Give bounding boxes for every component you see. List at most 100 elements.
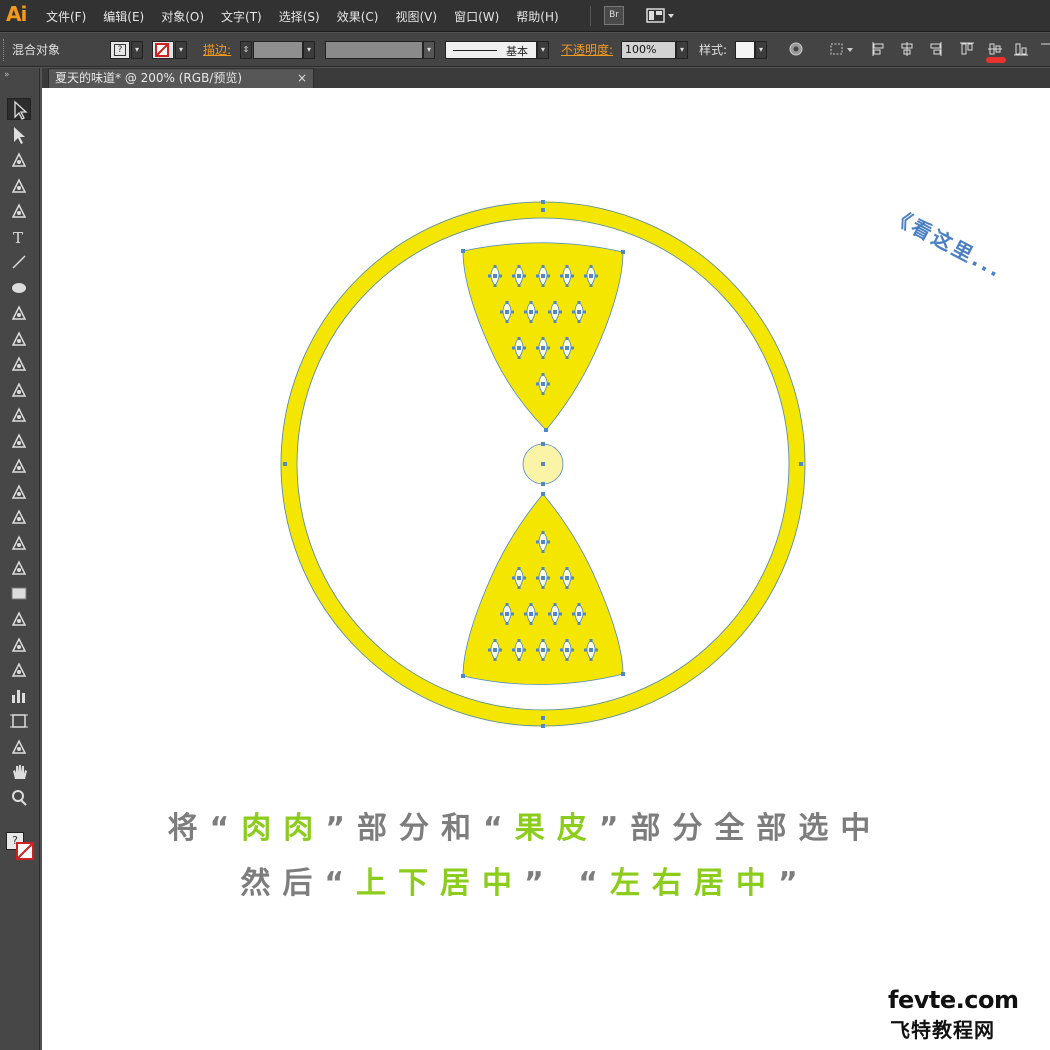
paintbrush-icon <box>11 305 27 320</box>
opacity-dropdown[interactable]: ▾ <box>676 41 688 59</box>
instruction-line-1: 将“肉肉”部分和“果皮”部分全部选中 <box>0 803 1050 847</box>
tool-gradient[interactable] <box>7 583 31 605</box>
tool-slice[interactable] <box>7 736 31 758</box>
recolor-artwork-button[interactable] <box>788 41 804 57</box>
tool-type[interactable]: T <box>7 226 31 248</box>
eraser-icon <box>11 381 27 397</box>
align-horizontal-center-button[interactable] <box>899 41 915 57</box>
fill-dropdown[interactable]: ▾ <box>131 41 143 59</box>
brush-dropdown[interactable]: ▾ <box>537 41 549 59</box>
caption-highlight: 肉肉 <box>241 811 326 846</box>
stroke-weight-stepper[interactable]: ⇕ <box>240 41 252 59</box>
type-icon: T <box>13 229 23 247</box>
tool-shape-builder[interactable] <box>7 506 31 528</box>
no-stroke-icon <box>155 43 169 57</box>
tool-symbol-sprayer[interactable] <box>7 659 31 681</box>
align-top-button[interactable] <box>959 41 975 57</box>
tool-magic-wand[interactable] <box>7 149 31 171</box>
tool-blend[interactable] <box>7 634 31 656</box>
align-vertical-center-button[interactable] <box>987 41 1003 57</box>
bridge-button[interactable]: Br <box>604 6 624 25</box>
tool-eyedropper[interactable] <box>7 608 31 630</box>
close-tab-button[interactable]: × <box>297 69 307 87</box>
tool-column-graph[interactable] <box>7 685 31 707</box>
illustrator-window: Ai 文件(F) 编辑(E) 对象(O) 文字(T) 选择(S) 效果(C) 视… <box>0 0 1050 1050</box>
distribute-button[interactable] <box>1040 41 1050 57</box>
opacity-panel-link[interactable]: 不透明度: <box>561 41 613 58</box>
tool-scale[interactable] <box>7 430 31 452</box>
brush-definition[interactable]: 基本 <box>445 41 537 59</box>
tool-mesh[interactable] <box>7 557 31 579</box>
tools-panel-collapse-icon[interactable]: » <box>4 71 30 80</box>
tool-selection[interactable] <box>7 98 31 120</box>
free-transform-icon <box>11 483 27 499</box>
rotate-icon <box>11 407 27 422</box>
tool-paintbrush[interactable] <box>7 302 31 324</box>
menu-effect[interactable]: 效果(C) <box>337 8 379 25</box>
watermark-domain: fevte.com <box>888 986 1019 1014</box>
symbol-sprayer-icon <box>11 662 27 677</box>
tool-ellipse[interactable] <box>7 277 31 299</box>
document-tab-title: 夏天的味道* @ 200% (RGB/预览) <box>55 71 243 85</box>
anchor-point <box>461 674 465 678</box>
anchor-point <box>541 442 545 446</box>
menu-file[interactable]: 文件(F) <box>46 8 86 25</box>
tool-blob-brush[interactable] <box>7 353 31 375</box>
tool-free-transform[interactable] <box>7 481 31 503</box>
tool-line-segment[interactable] <box>7 251 31 273</box>
tool-lasso[interactable] <box>7 175 31 197</box>
watermark-site-name: 飞特教程网 <box>890 1018 995 1042</box>
caption-highlight: 上下居中 <box>356 866 525 901</box>
align-right-icon <box>930 42 942 56</box>
tool-rotate[interactable] <box>7 404 31 426</box>
tool-warp[interactable] <box>7 455 31 477</box>
tool-eraser[interactable] <box>7 379 31 401</box>
tool-artboard[interactable] <box>7 710 31 732</box>
graphic-style-swatch[interactable] <box>735 41 755 59</box>
variable-width-dropdown[interactable]: ▾ <box>423 41 435 59</box>
anchor-point <box>461 249 465 253</box>
slice-icon <box>11 738 27 754</box>
anchor-point <box>621 250 625 254</box>
stroke-dropdown[interactable]: ▾ <box>175 41 187 59</box>
anchor-point <box>541 724 545 728</box>
anchor-point <box>541 462 545 466</box>
tool-pen[interactable] <box>7 200 31 222</box>
menu-edit[interactable]: 编辑(E) <box>103 8 144 25</box>
opacity-value: 100% <box>625 43 657 56</box>
fill-swatch[interactable]: ? <box>110 41 130 59</box>
menu-help[interactable]: 帮助(H) <box>516 8 558 25</box>
blob-brush-icon <box>11 356 27 371</box>
hand-icon <box>13 765 27 779</box>
tool-direct-selection[interactable] <box>7 124 31 146</box>
select-similar-button[interactable] <box>829 41 855 57</box>
variable-width-profile[interactable] <box>325 41 423 59</box>
tool-perspective-grid[interactable] <box>7 532 31 554</box>
tool-pencil[interactable] <box>7 328 31 350</box>
stroke-weight-dropdown[interactable]: ▾ <box>303 41 315 59</box>
color-wheel-icon <box>789 42 803 56</box>
menu-select[interactable]: 选择(S) <box>279 8 320 25</box>
align-left-button[interactable] <box>871 41 887 57</box>
align-right-button[interactable] <box>927 41 943 57</box>
menu-type[interactable]: 文字(T) <box>221 8 262 25</box>
menu-window[interactable]: 窗口(W) <box>454 8 499 25</box>
menu-view[interactable]: 视图(V) <box>395 8 437 25</box>
workspace-switcher-button[interactable] <box>646 7 676 24</box>
document-tab-bar: 夏天的味道* @ 200% (RGB/预览) × <box>42 68 1050 88</box>
document-canvas[interactable]: 《看这里... <box>42 88 1050 1050</box>
anchor-point <box>541 716 545 720</box>
graphic-style-dropdown[interactable]: ▾ <box>755 41 767 59</box>
stroke-panel-link[interactable]: 描边: <box>203 41 231 58</box>
menu-object[interactable]: 对象(O) <box>161 8 204 25</box>
align-bottom-button[interactable] <box>1013 41 1029 57</box>
stroke-swatch[interactable] <box>152 41 174 59</box>
caption-text: ” “ <box>524 866 610 901</box>
select-similar-icon <box>830 43 853 55</box>
anchor-point <box>541 208 545 212</box>
opacity-input[interactable]: 100% <box>621 41 676 59</box>
tool-hand[interactable] <box>7 761 31 783</box>
document-tab[interactable]: 夏天的味道* @ 200% (RGB/预览) × <box>48 68 314 88</box>
menu-list: 文件(F) 编辑(E) 对象(O) 文字(T) 选择(S) 效果(C) 视图(V… <box>46 8 576 25</box>
stroke-weight-input[interactable] <box>253 41 303 59</box>
